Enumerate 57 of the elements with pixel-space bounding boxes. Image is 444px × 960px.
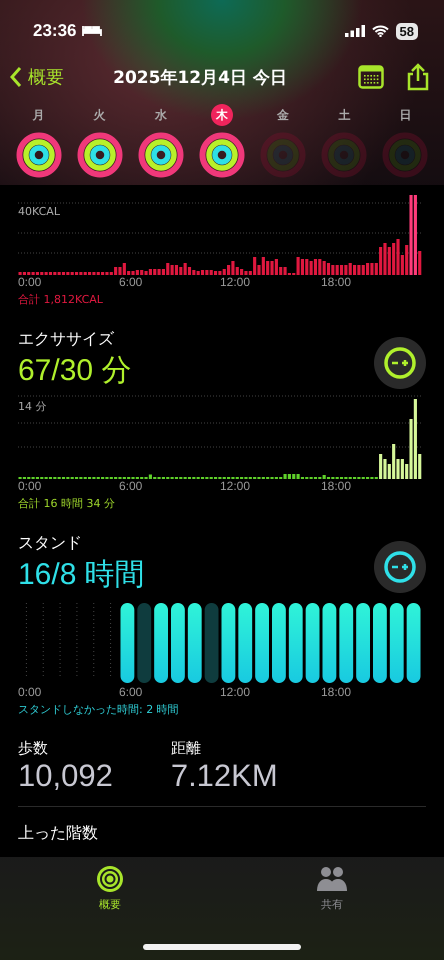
axis-label: 0:00 [18,685,42,699]
weekday-label[interactable]: 月 [28,104,50,126]
weekday-label[interactable]: 土 [333,104,356,126]
goal-adjust-icon [383,550,417,584]
stat-value: 10,092 [18,758,113,794]
axis-label: 12:00 [220,275,252,289]
axis-label: 6:00 [119,275,144,289]
share-button[interactable] [406,63,430,91]
exercise-value: 67/30 分 [18,353,132,389]
calendar-button[interactable] [358,65,384,89]
axis-max-label: 40KCAL [18,205,60,218]
stand-note: スタンドしなかった時間: 2 時間 [18,702,180,717]
axis-label: 18:00 [321,479,352,493]
weekday-label[interactable]: 金 [272,104,294,126]
weekday-label[interactable]: 水 [150,104,172,126]
activity-rings-icon[interactable] [76,132,123,178]
back-button[interactable]: 概要 [10,65,64,89]
bed-icon [82,25,102,37]
stat-value: 7.12KM [170,758,278,794]
calorie-total: 合計 1,812KCAL [18,292,104,307]
stand-value: 16/8 時間 [18,557,145,593]
status-time: 23:36 [33,21,76,41]
exercise-total: 合計 16 時間 34 分 [18,496,116,511]
activity-rings-icon [96,865,124,893]
weekday-label[interactable]: 日 [394,104,416,126]
stat-label: 距離 [170,739,202,758]
signal-icon [344,25,365,37]
axis-label: 0:00 [18,479,42,493]
axis-label: 12:00 [220,685,252,699]
activity-rings-icon[interactable] [16,132,62,178]
tab-bar-item[interactable]: 共有 [306,865,358,917]
section-title: スタンド [18,533,83,554]
goal-adjust-icon [383,346,417,380]
wifi-icon [372,25,389,37]
stat-label: 歩数 [18,739,49,758]
axis-label: 18:00 [321,275,352,289]
activity-rings-icon[interactable] [138,132,184,178]
axis-label: 0:00 [18,275,42,289]
share-icon [406,63,430,91]
date-title: 2025年12月4日 今日 [112,66,288,88]
goal-adjust-button[interactable] [374,541,426,593]
axis-label: 6:00 [119,685,144,699]
calendar-icon [358,65,384,89]
weekday-label[interactable]: 木 [210,104,233,126]
section-title: 上った階数 [18,823,99,844]
axis-label: 12:00 [220,479,252,493]
section-title: エクササイズ [18,329,115,350]
activity-rings-icon[interactable] [198,132,245,178]
people-icon [316,865,348,893]
tab-bar-item[interactable]: 概要 [86,865,134,917]
axis-label: 18:00 [321,685,352,699]
axis-label: 6:00 [119,479,144,493]
chevron-left-icon [10,66,22,88]
axis-max-label: 14 分 [18,399,46,414]
goal-adjust-button[interactable] [374,337,426,389]
weekday-label[interactable]: 火 [88,104,111,126]
battery-level: 58 [396,22,418,40]
